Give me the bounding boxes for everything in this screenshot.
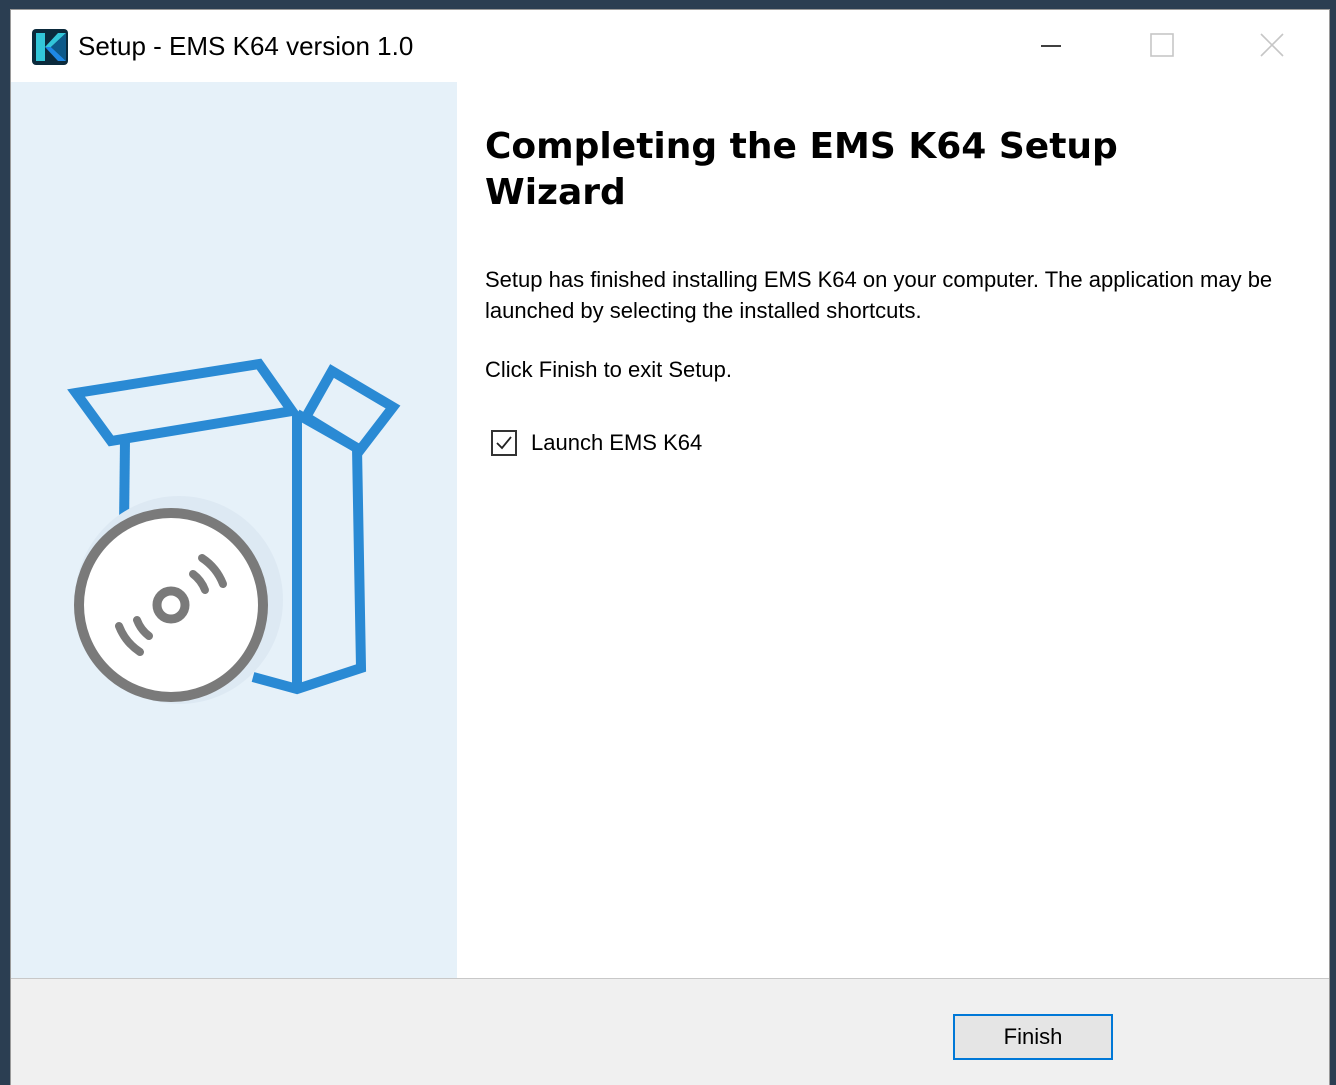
minimize-button[interactable] [1023,20,1079,72]
footer-bar: Finish [11,978,1329,1085]
minimize-icon [1041,45,1061,47]
setup-window: Setup - EMS K64 version 1.0 Completing t… [10,9,1330,1085]
launch-checkbox[interactable] [491,430,517,456]
launch-checkbox-row[interactable]: Launch EMS K64 [491,427,702,459]
side-panel [11,82,457,978]
app-icon [32,29,68,65]
window-title: Setup - EMS K64 version 1.0 [78,31,414,61]
maximize-icon [1150,33,1174,57]
page-title: Completing the EMS K64 Setup Wizard [485,126,1118,213]
finish-hint: Click Finish to exit Setup. [485,357,732,382]
maximize-button[interactable] [1133,20,1189,72]
title-bar[interactable]: Setup - EMS K64 version 1.0 [11,10,1329,82]
close-button[interactable] [1243,20,1299,72]
main-panel: Completing the EMS K64 Setup Wizard Setu… [457,82,1329,978]
finish-button[interactable]: Finish [953,1014,1113,1060]
launch-checkbox-label[interactable]: Launch EMS K64 [531,430,702,456]
software-box-with-disc-icon [67,358,401,704]
close-icon [1260,33,1284,57]
completion-description: Setup has finished installing EMS K64 on… [485,267,1273,323]
checkmark-icon [496,436,512,450]
